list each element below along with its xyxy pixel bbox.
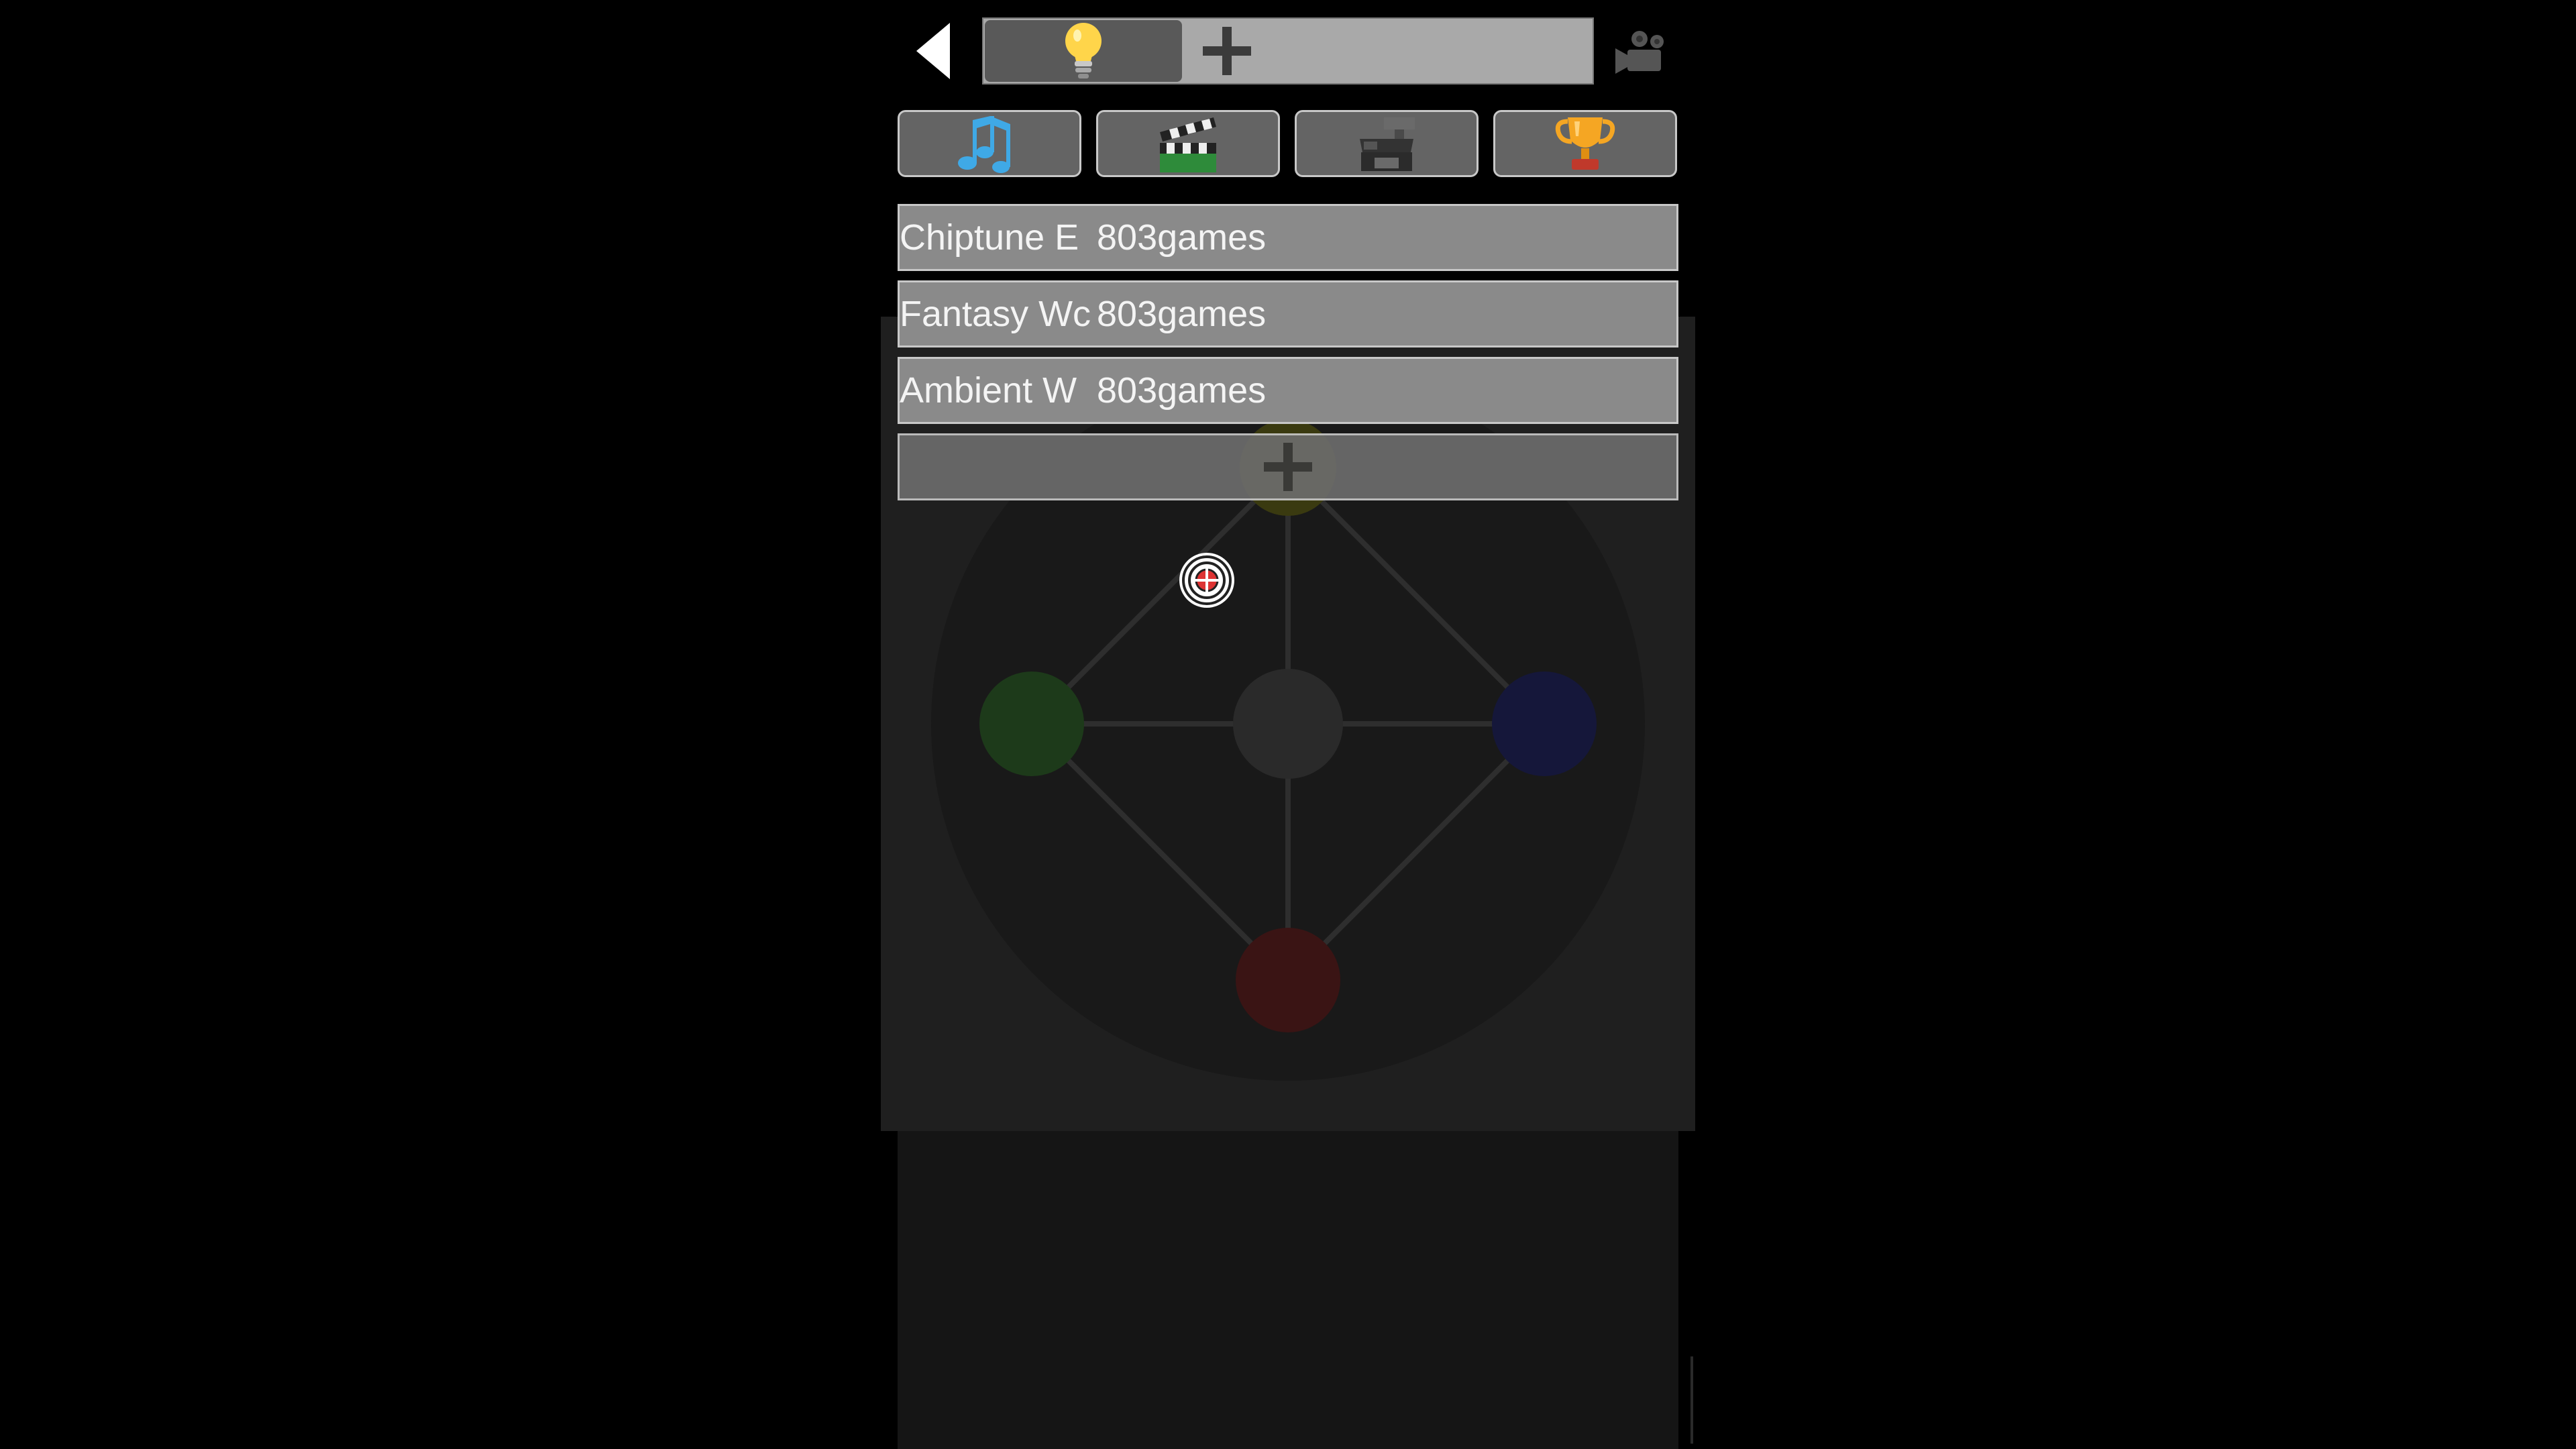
back-button[interactable] xyxy=(907,17,961,85)
track-author: 803games xyxy=(1097,217,1267,258)
category-movie-button[interactable] xyxy=(1096,110,1280,177)
clapperboard-icon xyxy=(1160,117,1216,172)
screen-edge-line xyxy=(1690,1356,1693,1444)
tab-strip xyxy=(982,17,1594,85)
category-achievements-button[interactable] xyxy=(1493,110,1677,177)
top-bar xyxy=(898,0,1678,101)
node-center[interactable] xyxy=(1233,669,1343,779)
cash-register-icon xyxy=(1360,117,1415,171)
track-author: 803games xyxy=(1097,294,1267,334)
plus-icon xyxy=(1264,443,1312,491)
track-name: Fantasy Wc xyxy=(900,294,1091,334)
add-tab-button[interactable] xyxy=(1197,20,1257,82)
node-left[interactable] xyxy=(979,672,1084,776)
track-name: Ambient W xyxy=(900,370,1077,411)
track-row[interactable]: Ambient W 803games xyxy=(898,357,1678,424)
track-name: Chiptune E xyxy=(900,217,1079,258)
tab-lightbulb[interactable] xyxy=(985,20,1182,82)
add-track-button[interactable] xyxy=(898,433,1678,500)
track-row[interactable]: Chiptune E 803games xyxy=(898,204,1678,271)
back-arrow-icon xyxy=(916,23,950,79)
plus-icon xyxy=(1203,27,1251,75)
camera-button[interactable] xyxy=(1613,24,1670,82)
track-row[interactable]: Fantasy Wc 803games xyxy=(898,280,1678,347)
crosshair-cursor-icon xyxy=(1179,553,1234,608)
video-camera-icon xyxy=(1615,31,1664,74)
lightbulb-icon xyxy=(1065,23,1102,78)
trophy-icon xyxy=(1555,117,1615,170)
node-bottom[interactable] xyxy=(1236,928,1340,1032)
track-author: 803games xyxy=(1097,370,1267,411)
category-music-button[interactable] xyxy=(898,110,1081,177)
category-store-button[interactable] xyxy=(1295,110,1479,177)
music-notes-icon xyxy=(958,116,1010,173)
node-right[interactable] xyxy=(1492,672,1597,776)
lower-area xyxy=(898,1131,1678,1449)
app-screen: Chiptune E 803games Fantasy Wc 803games … xyxy=(881,0,1695,1449)
category-bar xyxy=(898,110,1678,177)
